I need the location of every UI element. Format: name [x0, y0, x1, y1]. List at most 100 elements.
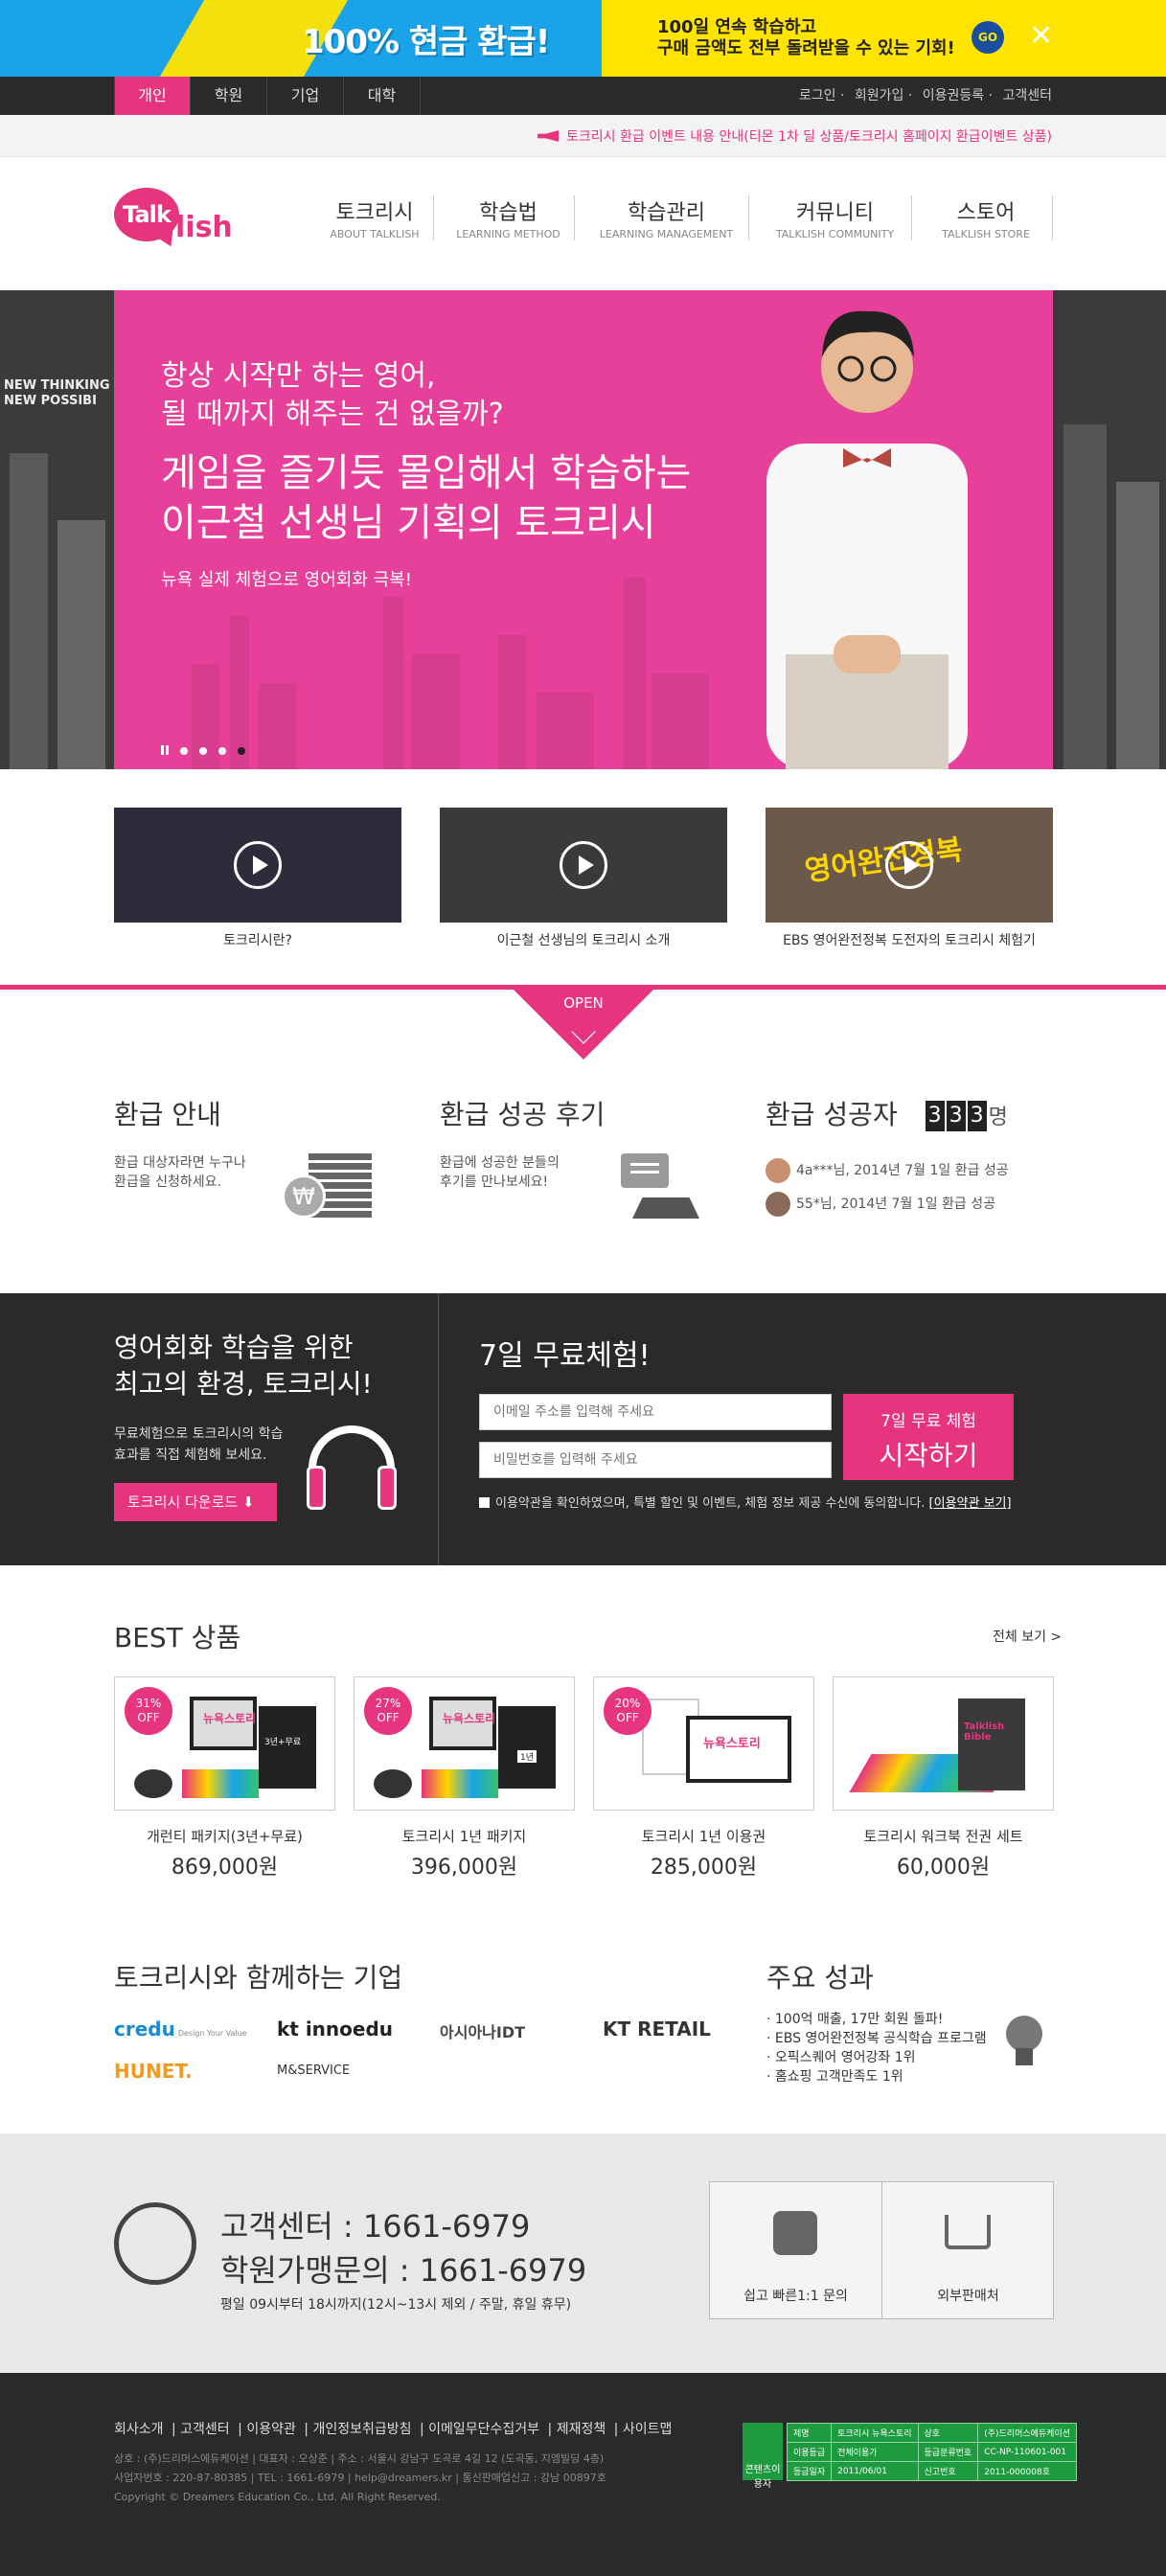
cert-cell: 이용등급 — [786, 2442, 833, 2462]
promo-go-button[interactable]: GO — [972, 21, 1004, 54]
tab-personal[interactable]: 개인 — [114, 77, 191, 115]
product-card[interactable]: 뉴욕스토리 3년+무료 31% OFF 개런티 패키지(3년+무료) 869,00… — [114, 1676, 335, 1881]
product-image-text: 뉴욕스토리 — [203, 1712, 257, 1725]
achievements-list: · 100억 매출, 17만 회원 돌파! · EBS 영어완전정복 공식학습 … — [766, 2010, 987, 2086]
pause-icon[interactable] — [161, 745, 169, 755]
terms-link[interactable]: [이용약관 보기] — [929, 1496, 1012, 1511]
customer-phone: 고객센터 : 1661-6979 — [220, 2208, 531, 2245]
play-icon[interactable] — [560, 841, 607, 889]
product-card[interactable]: Talklish Bible 토크리시 워크북 전권 세트 60,000원 — [833, 1676, 1054, 1881]
footer-link-policy[interactable]: 제재정책 — [557, 2422, 606, 2437]
promo-banner[interactable]: 100% 현금 환급! 100일 연속 학습하고 구매 금액도 전부 돌려받을 … — [0, 0, 1166, 77]
refund-guide-desc: 환급 대상자라면 누구나 환급을 신청하세요. — [114, 1153, 246, 1192]
notice-link[interactable]: 토크리시 환급 이벤트 내용 안내(티몬 1차 딜 상품/토크리시 홈페이지 환… — [537, 126, 1052, 146]
footer-link-terms[interactable]: 이용약관 — [246, 2422, 296, 2437]
start-trial-line1: 7일 무료 체험 — [880, 1412, 976, 1431]
headset-support-icon — [114, 2202, 196, 2285]
skyline — [623, 578, 646, 769]
slide-dot[interactable] — [218, 747, 226, 755]
partner-logo-asiana-idt: 아시아나IDT — [440, 2023, 526, 2041]
achievement-item: · EBS 영어완전정복 공식학습 프로그램 — [766, 2031, 987, 2046]
view-all-link[interactable]: 전체 보기 > — [993, 1627, 1062, 1646]
tab-business[interactable]: 기업 — [267, 77, 344, 115]
trial-divider — [438, 1293, 439, 1565]
video-card[interactable]: 토크리시란? — [114, 808, 401, 949]
login-link[interactable]: 로그인 — [799, 88, 836, 103]
footer-link-company[interactable]: 회사소개 — [114, 2422, 164, 2437]
notice-bar: 토크리시 환급 이벤트 내용 안내(티몬 1차 딜 상품/토크리시 홈페이지 환… — [0, 115, 1166, 157]
close-icon[interactable]: ✕ — [1029, 19, 1053, 54]
discount-off: OFF — [616, 1711, 639, 1724]
play-icon[interactable] — [885, 841, 933, 889]
trial-desc: 무료체험으로 토크리시의 학습 효과를 직접 체험해 보세요. — [114, 1424, 283, 1466]
video-thumb: 영어완전정복 — [766, 808, 1053, 923]
slide-dot[interactable] — [199, 747, 207, 755]
building — [10, 453, 48, 769]
slide-dot-active[interactable] — [238, 747, 245, 755]
free-trial-section: 영어회화 학습을 위한 최고의 환경, 토크리시! 무료체험으로 토크리시의 학… — [0, 1293, 1166, 1565]
discount-off: OFF — [137, 1711, 160, 1724]
gnb-community[interactable]: 커뮤니티 TALKLISH COMMUNITY — [768, 195, 912, 240]
video-thumb — [114, 808, 401, 923]
gnb-management[interactable]: 학습관리 LEARNING MANAGEMENT — [594, 195, 749, 240]
tab-academy[interactable]: 학원 — [191, 77, 267, 115]
best-title: BEST 상품 — [114, 1622, 241, 1653]
winner-item[interactable]: 4a***님, 2014년 7월 1일 환급 성공 — [766, 1158, 1009, 1183]
discount-percent: 20% — [614, 1697, 641, 1710]
play-icon[interactable] — [234, 841, 282, 889]
slide-dot[interactable] — [180, 747, 188, 755]
video-caption: EBS 영어완전정복 도전자의 토크리시 체험기 — [783, 933, 1036, 948]
email-input[interactable] — [479, 1394, 832, 1430]
video-card[interactable]: 이근철 선생님의 토크리시 소개 — [440, 808, 727, 949]
gnb-about[interactable]: 토크리시 ABOUT TALKLISH — [326, 195, 434, 240]
voucher-link[interactable]: 이용권등록 — [923, 88, 984, 103]
product-price: 869,000원 — [171, 1856, 279, 1880]
footer-link-email[interactable]: 이메일무단수집거부 — [428, 2422, 539, 2437]
refund-review[interactable]: 환급 성공 후기 환급에 성공한 분들의 후기를 만나보세요! — [440, 1094, 605, 1192]
password-input[interactable] — [479, 1442, 832, 1478]
logo-lish: lish — [175, 211, 233, 244]
agree-checkbox[interactable] — [479, 1497, 490, 1508]
product-image-text: 뉴욕스토리 — [703, 1737, 761, 1751]
open-label[interactable]: OPEN — [511, 994, 656, 1012]
megaphone-icon — [537, 130, 560, 142]
book-stack — [422, 1769, 498, 1798]
hero-line3: 게임을 즐기듯 몰입해서 학습하는 — [161, 451, 692, 495]
start-trial-button[interactable]: 7일 무료 체험 시작하기 — [843, 1394, 1014, 1480]
credu-tagline: Design Your Value — [177, 2029, 247, 2038]
instructor-photo — [766, 310, 968, 769]
trial-desc-line1: 무료체험으로 토크리시의 학습 — [114, 1426, 284, 1442]
inquiry-button[interactable]: 쉽고 빠른1:1 문의 — [710, 2286, 881, 2305]
partner-logo-kt-retail: KT RETAIL — [603, 2017, 711, 2040]
skyline — [498, 635, 527, 769]
gnb-community-label: 커뮤니티 — [796, 201, 874, 225]
building — [1063, 424, 1107, 769]
support-link[interactable]: 고객센터 — [1002, 88, 1052, 103]
footer-link-support[interactable]: 고객센터 — [180, 2422, 230, 2437]
signup-link[interactable]: 회원가입 — [855, 88, 904, 103]
company-info: 상호 : (주)드리머스에듀케이션 | 대표자 : 오상준 | 주소 : 서울시… — [114, 2450, 606, 2507]
video-card[interactable]: 영어완전정복 EBS 영어완전정복 도전자의 토크리시 체험기 — [766, 808, 1053, 949]
winner-item[interactable]: 55*님, 2014년 7월 1일 환급 성공 — [766, 1192, 995, 1217]
footer-links: 회사소개 | 고객센터 | 이용약관 | 개인정보취급방침 | 이메일무단수집거… — [114, 2422, 673, 2437]
refund-winners-title: 환급 성공자 — [766, 1099, 898, 1130]
gnb-store[interactable]: 스토어 TALKLISH STORE — [929, 195, 1053, 240]
product-card[interactable]: 뉴욕스토리 20% OFF 토크리시 1년 이용권 285,000원 — [593, 1676, 814, 1881]
achievements-title: 주요 성과 — [766, 1962, 874, 1994]
external-shop-button[interactable]: 외부판매처 — [882, 2286, 1054, 2305]
avatar — [766, 1192, 790, 1217]
footer-link-sitemap[interactable]: 사이트맵 — [623, 2422, 673, 2437]
won-coin-icon: ₩ — [282, 1174, 326, 1219]
refund-guide-desc2: 환급을 신청하세요. — [114, 1174, 221, 1190]
refund-guide[interactable]: 환급 안내 환급 대상자라면 누구나 환급을 신청하세요. — [114, 1094, 246, 1192]
product-tag: 3년+무료 — [264, 1738, 302, 1747]
tab-university[interactable]: 대학 — [344, 77, 421, 115]
download-button[interactable]: 토크리시 다운로드 ⬇ — [114, 1483, 277, 1521]
footer-link-privacy[interactable]: 개인정보취급방침 — [312, 2422, 411, 2437]
skyline — [412, 654, 460, 769]
counter-digit: 3 — [946, 1101, 966, 1131]
hero-line2: 될 때까지 해주는 건 없을까? — [161, 398, 504, 431]
product-card[interactable]: 뉴욕스토리 1년 27% OFF 토크리시 1년 패키지 396,000원 — [354, 1676, 575, 1881]
gnb-method[interactable]: 학습법 LEARNING METHOD — [452, 195, 575, 240]
achievement-item: · 100억 매출, 17만 회원 돌파! — [766, 2012, 944, 2027]
